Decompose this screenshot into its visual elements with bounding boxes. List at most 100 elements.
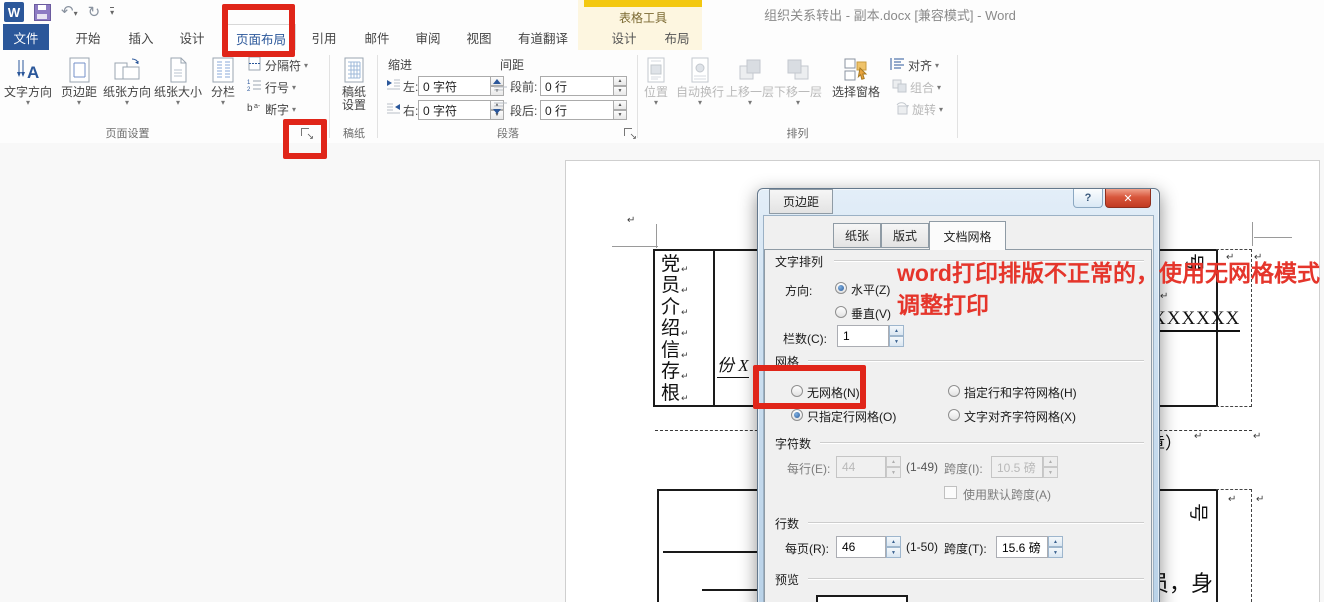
tab-mailings[interactable]: 邮件 (353, 24, 401, 50)
columns-button[interactable]: 分栏 (204, 54, 242, 107)
char-pitch-input[interactable]: 10.5 磅 (991, 456, 1043, 478)
section-divider (808, 522, 1144, 524)
columns-input[interactable]: 1 (837, 325, 889, 347)
per-line-spinner[interactable]: ▲▼ (886, 456, 901, 478)
space-before-spinner[interactable]: ▲▼ (614, 76, 627, 96)
word-logo-icon[interactable]: W (4, 2, 24, 22)
radio-line-char-grid-label[interactable]: 指定行和字符网格(H) (964, 384, 1077, 401)
window-title: 组织关系转出 - 副本.docx [兼容模式] - Word (700, 5, 1080, 24)
paragraph-dialog-launcher-icon[interactable] (624, 128, 636, 140)
line-pitch-input[interactable]: 15.6 磅 (996, 536, 1048, 558)
preview-page-thumbnail (816, 595, 908, 602)
dialog-close-button[interactable]: ✕ (1105, 189, 1151, 208)
margin-corner-mark (612, 246, 658, 247)
dialog-tab-margins[interactable]: 页边距 (769, 189, 833, 214)
space-after-input[interactable]: 0 行 (540, 100, 614, 120)
margin-corner-mark (1252, 222, 1253, 246)
redo-icon[interactable]: ↻ (88, 5, 101, 20)
radio-line-char-grid[interactable] (948, 385, 960, 397)
per-page-spinner[interactable]: ▲▼ (886, 536, 901, 558)
space-before-icon (493, 78, 508, 94)
line-numbers-button[interactable]: 12 行号 (247, 78, 296, 96)
margin-corner-mark (656, 224, 657, 248)
pilcrow-mark: ↵ (681, 307, 689, 318)
text-flow-section-label: 文字排列 (775, 253, 823, 270)
dialog-help-button[interactable]: ? (1073, 189, 1103, 208)
group-separator (637, 55, 638, 138)
tab-home[interactable]: 开始 (62, 24, 114, 50)
per-page-label: 每页(R): (785, 540, 829, 557)
pilcrow-mark: ↵ (681, 371, 689, 382)
char-pitch-spinner[interactable]: ▲▼ (1043, 456, 1058, 478)
tab-youdao[interactable]: 有道翻译 (506, 24, 580, 50)
bring-forward-button[interactable]: 上移一层 (727, 54, 773, 107)
tab-table-layout[interactable]: 布局 (652, 24, 702, 50)
margins-button[interactable]: 页边距 (57, 54, 101, 107)
per-page-input[interactable]: 46 (836, 536, 886, 558)
pilcrow-mark: ↵ (627, 215, 635, 226)
tab-insert[interactable]: 插入 (115, 24, 167, 50)
tab-review[interactable]: 审阅 (404, 24, 452, 50)
svg-text:2: 2 (247, 87, 251, 93)
default-pitch-label[interactable]: 使用默认跨度(A) (963, 486, 1051, 503)
tab-references[interactable]: 引用 (300, 24, 348, 50)
breaks-button[interactable]: 分隔符 (247, 56, 308, 74)
default-pitch-checkbox[interactable] (944, 486, 957, 499)
text-direction-button[interactable]: A 文字方向 (2, 54, 54, 107)
columns-spinner[interactable]: ▲▼ (889, 325, 904, 347)
indent-left-field: 左: (386, 76, 418, 96)
position-icon (641, 54, 671, 86)
customize-toolbar-icon[interactable]: ▾ (110, 7, 114, 17)
space-before-input[interactable]: 0 行 (540, 76, 614, 96)
columns-icon (208, 54, 238, 86)
manuscript-setup-button[interactable]: 稿纸 设置 (334, 54, 374, 112)
radio-horizontal-label[interactable]: 水平(Z) (851, 281, 890, 298)
space-after-spinner[interactable]: ▲▼ (614, 100, 627, 120)
paper-size-button[interactable]: 纸张大小 (153, 54, 203, 107)
send-backward-button[interactable]: 下移一层 (775, 54, 821, 107)
radio-char-align-grid-label[interactable]: 文字对齐字符网格(X) (964, 408, 1076, 425)
tab-view[interactable]: 视图 (455, 24, 503, 50)
per-page-range: (1-50) (906, 540, 938, 554)
annotation-box-dialog-launcher (283, 119, 327, 159)
position-button[interactable]: 位置 (640, 54, 672, 107)
radio-horizontal[interactable] (835, 282, 847, 294)
radio-vertical[interactable] (835, 306, 847, 318)
align-button[interactable]: 对齐 (890, 56, 939, 74)
line-pitch-spinner[interactable]: ▲▼ (1048, 536, 1063, 558)
tab-table-design[interactable]: 设计 (596, 24, 652, 50)
dialog-tab-paper[interactable]: 纸张 (833, 223, 881, 248)
space-after-field: 段后: (493, 100, 537, 120)
space-after-icon (493, 102, 508, 118)
save-icon[interactable] (34, 4, 51, 21)
section-divider (808, 578, 1144, 580)
group-objects-icon (892, 79, 907, 96)
radio-line-grid-only-label[interactable]: 只指定行网格(O) (807, 408, 896, 425)
orientation-button[interactable]: 纸张方向 (102, 54, 152, 107)
wrap-text-button[interactable]: 自动换行 (676, 54, 724, 107)
tab-file[interactable]: 文件 (3, 24, 49, 50)
indent-left-input[interactable]: 0 字符 (418, 76, 491, 96)
margin-corner-mark (1254, 237, 1292, 238)
group-separator (957, 55, 958, 138)
undo-icon[interactable]: ↶▾ (61, 4, 78, 21)
group-button[interactable]: 组合 (892, 78, 941, 96)
radio-line-grid-only[interactable] (791, 409, 803, 421)
indent-right-input[interactable]: 0 字符 (418, 100, 491, 120)
rotate-objects-icon (894, 101, 909, 118)
radio-vertical-label[interactable]: 垂直(V) (851, 305, 891, 322)
hyphenation-button[interactable]: ba- 断字 (247, 100, 296, 118)
tab-design[interactable]: 设计 (168, 24, 216, 50)
stub-char: 根 (661, 383, 680, 404)
radio-char-align-grid[interactable] (948, 409, 960, 421)
svg-text:b: b (247, 103, 253, 114)
pilcrow-mark: ↵ (1253, 431, 1261, 442)
table-border (713, 251, 715, 405)
selection-pane-button[interactable]: 选择窗格 (828, 54, 884, 99)
per-line-input[interactable]: 44 (836, 456, 886, 478)
dialog-tab-document-grid[interactable]: 文档网格 (929, 221, 1006, 250)
text-direction-icon: A (13, 54, 43, 86)
quick-access-toolbar: W ↶▾ ↻ ▾ (4, 2, 114, 22)
rotate-button[interactable]: 旋转 (894, 100, 943, 118)
dialog-tab-layout[interactable]: 版式 (881, 223, 929, 248)
